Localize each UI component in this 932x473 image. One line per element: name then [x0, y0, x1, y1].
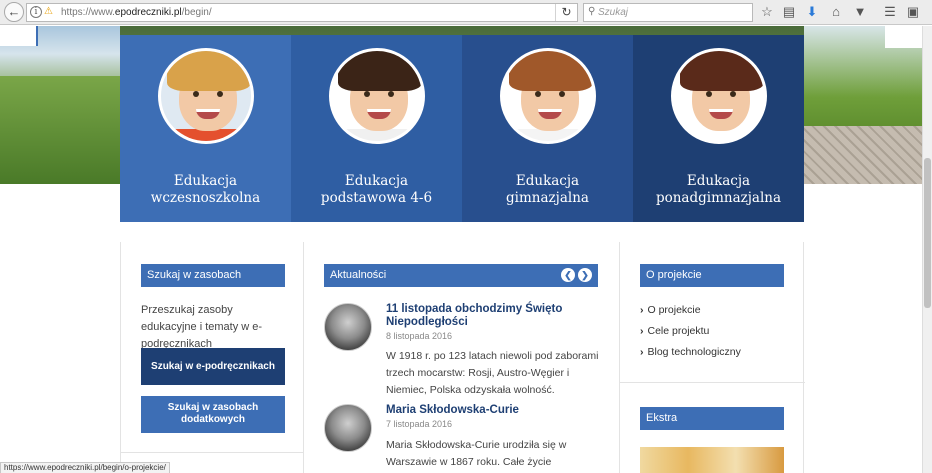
back-button[interactable]: ← — [4, 2, 24, 22]
chevron-right-icon: › — [640, 325, 644, 337]
download-icon[interactable]: ⬇ — [804, 4, 820, 20]
page-background — [0, 222, 120, 473]
news-column: Aktualności ❮ ❯ 11 listopada obchodzimy … — [304, 242, 619, 473]
divider — [620, 382, 805, 383]
search-column: Szukaj w zasobach Przeszukaj zasoby eduk… — [120, 242, 305, 473]
search-icon: ⚲ — [588, 6, 596, 17]
reload-icon[interactable]: ↻ — [555, 4, 577, 21]
news-thumbnail[interactable] — [324, 303, 372, 351]
news-pager: ❮ ❯ — [561, 268, 592, 282]
news-item-title[interactable]: Maria Skłodowska-Curie — [386, 404, 596, 417]
news-item-body: W 1918 r. po 123 latach niewoli pod zabo… — [386, 350, 599, 396]
news-item[interactable]: Maria Skłodowska-Curie 7 listopada 2016 … — [324, 404, 604, 473]
project-box-title: O projekcie — [640, 264, 784, 287]
bookmark-star-icon[interactable]: ☆ — [759, 4, 775, 20]
tile-label: Edukacja ponadgimnazjalna — [655, 173, 782, 206]
menu-icon[interactable]: ☰ — [882, 4, 898, 20]
header-tab-left — [0, 26, 38, 46]
divider — [121, 452, 305, 453]
search-description: Przeszukaj zasoby edukacyjne i tematy w … — [141, 304, 263, 350]
search-textbooks-button[interactable]: Szukaj w e-podręcznikach — [141, 348, 285, 385]
project-column: O projekcie › O projekcie › Cele projektu … — [619, 242, 805, 473]
header-tab-right — [885, 26, 922, 48]
tile-gimnazjalna[interactable]: Edukacja gimnazjalna — [462, 35, 633, 222]
status-url-tooltip: https://www.epodreczniki.pl/begin/o-proj… — [0, 462, 170, 473]
education-tiles: Edukacja wczesnoszkolna Edukacja podstawow… — [120, 35, 804, 222]
hero-paving — [804, 126, 922, 184]
tile-label: Edukacja podstawowa 4-6 — [320, 173, 433, 206]
tile-ponadgimnazjalna[interactable]: Edukacja ponadgimnazjalna — [633, 35, 804, 222]
extension-icon[interactable]: ▣ — [905, 4, 921, 20]
girl-avatar — [329, 48, 425, 144]
news-item-title[interactable]: 11 listopada obchodzimy Święto Niepodleg… — [386, 303, 596, 329]
teen-boy-avatar — [500, 48, 596, 144]
news-title: Aktualności — [330, 269, 387, 281]
url-text: https://www.epodreczniki.pl/begin/ — [61, 7, 212, 18]
news-item-date: 8 listopada 2016 — [386, 331, 453, 341]
clipboard-icon[interactable]: ▤ — [781, 4, 797, 20]
news-item[interactable]: 11 listopada obchodzimy Święto Niepodleg… — [324, 303, 604, 398]
project-link-blog[interactable]: › Blog technologiczny — [640, 344, 741, 365]
pocket-icon[interactable]: ▼ — [852, 4, 868, 20]
news-item-date: 7 listopada 2016 — [386, 419, 453, 429]
news-thumbnail[interactable] — [324, 404, 372, 452]
info-icon[interactable]: i — [30, 6, 42, 18]
hero-grass-left — [0, 76, 120, 184]
search-placeholder: Szukaj — [598, 7, 629, 18]
tile-label: Edukacja wczesnoszkolna — [150, 173, 261, 206]
lock-warning-icon[interactable]: ⚠ — [44, 6, 53, 17]
chevron-right-icon: › — [640, 346, 644, 358]
extra-box-title: Ekstra — [640, 407, 784, 430]
child-avatar — [158, 48, 254, 144]
tile-wczesnoszkolna[interactable]: Edukacja wczesnoszkolna — [120, 35, 291, 222]
search-input[interactable]: ⚲ Szukaj — [583, 3, 753, 22]
tile-label: Edukacja gimnazjalna — [506, 173, 589, 206]
next-arrow-icon[interactable]: ❯ — [578, 268, 592, 282]
news-header: Aktualności ❮ ❯ — [324, 264, 598, 287]
extra-image[interactable] — [640, 447, 784, 473]
project-links: › O projekcie › Cele projektu › Blog techno… — [640, 302, 741, 365]
chevron-right-icon: › — [640, 304, 644, 316]
search-box-title: Szukaj w zasobach — [141, 264, 285, 287]
scrollbar-thumb[interactable] — [924, 158, 931, 308]
tile-podstawowa[interactable]: Edukacja podstawowa 4-6 — [291, 35, 462, 222]
prev-arrow-icon[interactable]: ❮ — [561, 268, 575, 282]
project-link-goals[interactable]: › Cele projektu — [640, 323, 741, 344]
news-item-body: Maria Skłodowska-Curie urodziła się w Wa… — [386, 439, 567, 468]
home-icon[interactable]: ⌂ — [828, 4, 844, 20]
search-additional-button[interactable]: Szukaj w zasobach dodatkowych — [141, 396, 285, 433]
teen-girl-avatar — [671, 48, 767, 144]
address-bar[interactable]: i ⚠ https://www.epodreczniki.pl/begin/ ↻ — [26, 3, 578, 22]
browser-toolbar: ← i ⚠ https://www.epodreczniki.pl/begin/… — [0, 0, 932, 25]
project-link-about[interactable]: › O projekcie — [640, 302, 741, 323]
page-spacer — [0, 222, 922, 242]
